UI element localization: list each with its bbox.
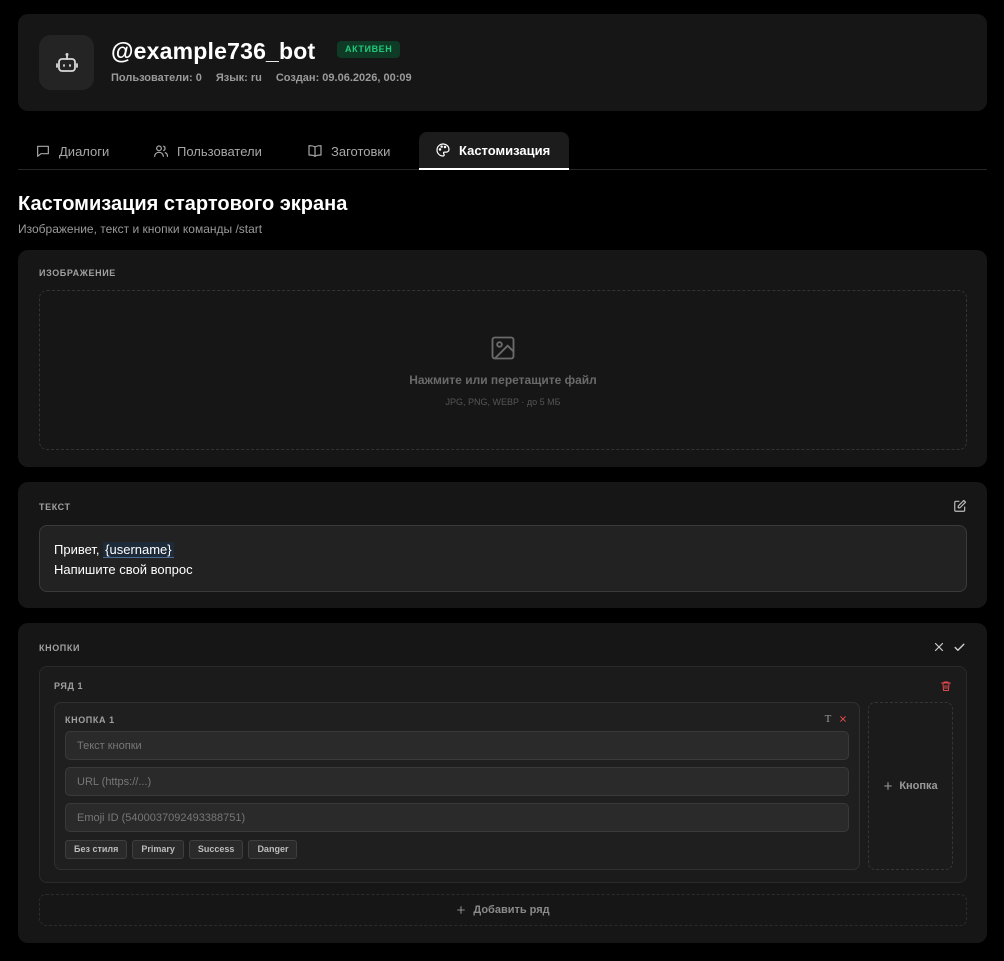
text-section-label: ТЕКСТ [39,502,71,512]
tab-customization[interactable]: Кастомизация [419,132,569,170]
buttons-section: КНОПКИ РЯД 1 КНОПКА 1 T Без стиля Primar… [18,623,987,943]
tab-label: Заготовки [331,143,391,159]
tab-users[interactable]: Пользователи [137,132,278,170]
status-badge: АКТИВЕН [337,41,401,58]
button-editor: КНОПКА 1 T Без стиля Primary Success Dan… [54,702,860,870]
bot-meta: Пользователи: 0 Язык: ru Создан: 09.06.2… [111,72,412,84]
bot-header-card: @example736_bot АКТИВЕН Пользователи: 0 … [18,14,987,111]
text-section: ТЕКСТ Привет, {username} Напишите свой в… [18,482,987,608]
page-subtitle: Изображение, текст и кнопки команды /sta… [18,222,263,236]
button-label: КНОПКА 1 [65,715,115,725]
bot-avatar [39,35,94,90]
dropzone-text: Нажмите или перетащите файл [409,373,597,387]
style-option-danger[interactable]: Danger [248,840,298,859]
button-row: РЯД 1 КНОПКА 1 T Без стиля Primary Succe… [39,666,967,883]
tab-dialogs[interactable]: Диалоги [19,132,125,170]
trash-icon [941,681,951,691]
button-text-input[interactable] [65,731,849,760]
tab-templates[interactable]: Заготовки [291,132,406,170]
bot-icon [55,52,78,72]
style-option-none[interactable]: Без стиля [65,840,128,859]
close-icon [934,642,944,652]
tab-label: Пользователи [177,143,262,159]
buttons-section-label: КНОПКИ [39,643,81,653]
emoji-id-input[interactable] [65,803,849,832]
text-format-button[interactable]: T [822,712,834,726]
chat-icon [37,145,49,157]
remove-button[interactable] [837,712,849,726]
image-section-label: ИЗОБРАЖЕНИЕ [39,268,116,278]
message-line-2: Напишите свой вопрос [54,562,193,577]
users-icon [154,145,169,157]
tab-label: Диалоги [59,143,110,159]
button-url-input[interactable] [65,767,849,796]
delete-row-button[interactable] [939,679,953,693]
book-icon [308,145,322,157]
tab-label: Кастомизация [459,142,551,158]
add-row-button[interactable]: Добавить ряд [39,894,967,926]
start-message-text[interactable]: Привет, {username} Напишите свой вопрос [39,525,967,592]
created-date: Создан: 09.06.2026, 00:09 [275,72,412,84]
page-title: Кастомизация стартового экрана [18,193,348,215]
row-label: РЯД 1 [54,681,84,691]
add-button-label: Кнопка [899,780,938,792]
users-count: Пользователи: 0 [111,72,202,84]
image-section: ИЗОБРАЖЕНИЕ Нажмите или перетащите файл … [18,250,987,467]
add-button-button[interactable]: Кнопка [868,702,953,870]
style-options: Без стиля Primary Success Danger [65,840,298,859]
palette-icon [436,143,450,157]
language: Язык: ru [215,72,262,84]
image-dropzone[interactable]: Нажмите или перетащите файл JPG, PNG, WE… [39,290,967,450]
image-icon [491,336,515,360]
tab-bar: Диалоги Пользователи Заготовки Кастомиза… [18,132,987,170]
style-option-success[interactable]: Success [188,840,244,859]
add-row-label: Добавить ряд [473,904,550,916]
style-option-primary[interactable]: Primary [132,840,184,859]
text-format-icon: T [824,713,832,725]
plus-icon [884,782,893,790]
check-icon [953,643,965,651]
plus-icon [457,906,466,914]
edit-icon [954,499,967,512]
greeting-text: Привет, [54,542,104,557]
cancel-button[interactable] [932,640,946,654]
bot-name: @example736_bot [111,38,316,64]
edit-text-button[interactable] [952,498,968,514]
dropzone-hint: JPG, PNG, WEBP · до 5 МБ [445,397,561,407]
save-button[interactable] [952,640,966,654]
username-variable: {username} [103,542,174,558]
close-icon [840,716,846,722]
